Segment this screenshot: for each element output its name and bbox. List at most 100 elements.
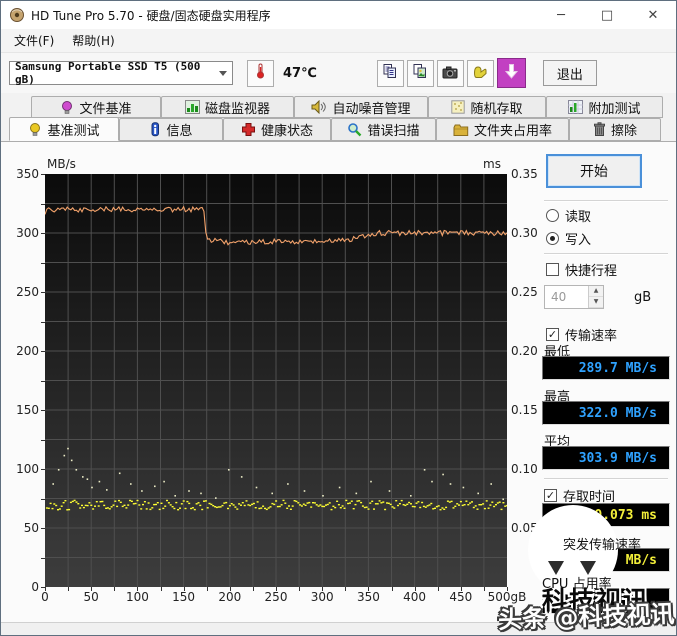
toolbar: Samsung Portable SSD T5 (500 gB) 47℃ 退出	[1, 53, 676, 93]
x-tick-mark	[483, 587, 485, 591]
tab-random-access[interactable]: 随机存取	[428, 96, 546, 118]
app-window: HD Tune Pro 5.70 - 硬盘/固态硬盘实用程序 ─ □ ✕ 文件(…	[0, 0, 677, 636]
x-tick-label: 100	[125, 590, 149, 604]
transfer-rate-label: 传输速率	[565, 329, 618, 344]
y-tick-mark	[41, 351, 45, 352]
y-tick-mark	[41, 321, 45, 323]
y-tick-mark	[41, 380, 45, 382]
tab-row-1: 文件基准 磁盘监视器 自动噪音管理 随机存取 附加测试	[1, 96, 676, 118]
y-tick-mark	[41, 498, 45, 500]
benchmark-chart: MB/s ms 350 300 250 200 150 100 50 0 0.35 0.30 0.2…	[1, 142, 538, 626]
tab-label: 附加测试	[588, 101, 641, 117]
stepper-down-icon[interactable]: ▼	[589, 297, 603, 308]
y-right-axis-unit: ms	[483, 157, 501, 171]
y-left-tick-label: 50	[23, 521, 39, 535]
tab-label: 健康状态	[260, 124, 313, 139]
x-tick-mark	[68, 587, 70, 591]
x-tick-label: 150	[172, 590, 196, 604]
camera-icon	[442, 64, 458, 83]
x-tick-mark	[322, 587, 324, 591]
x-tick-mark	[437, 587, 439, 591]
checkbox-checked-icon: ✓	[546, 328, 559, 341]
x-tick-mark	[229, 587, 231, 591]
y-tick-mark	[41, 292, 45, 293]
tab-label: 随机存取	[470, 101, 523, 117]
bars-grid-icon	[568, 100, 584, 114]
x-tick-mark	[183, 587, 185, 591]
title-bar: HD Tune Pro 5.70 - 硬盘/固态硬盘实用程序 ─ □ ✕	[1, 1, 676, 29]
window-title: HD Tune Pro 5.70 - 硬盘/固态硬盘实用程序	[31, 8, 271, 23]
app-icon	[9, 7, 25, 23]
copy-text-icon	[382, 63, 398, 83]
device-select[interactable]: Samsung Portable SSD T5 (500 gB)	[9, 60, 233, 86]
y-left-tick-label: 150	[16, 403, 39, 417]
x-tick-label: 400	[403, 590, 427, 604]
x-tick-mark	[160, 587, 162, 591]
tab-folder-usage[interactable]: 文件夹占用率	[436, 118, 569, 141]
y-left-tick-label: 200	[16, 344, 39, 358]
x-tick-mark	[252, 587, 254, 591]
capacity-stepper[interactable]: 40 ▲ ▼	[544, 285, 604, 309]
close-button[interactable]: ✕	[630, 1, 676, 29]
bulb-magenta-icon	[60, 100, 74, 115]
capacity-unit-label: gB	[634, 290, 652, 305]
toolbar-button-group	[376, 58, 529, 88]
screenshot-button[interactable]	[436, 59, 464, 87]
tab-aam[interactable]: 自动噪音管理	[294, 96, 428, 118]
start-button[interactable]: 开始	[546, 154, 642, 188]
y-tick-mark	[41, 233, 45, 234]
x-tick-label: 250	[264, 590, 288, 604]
stepper-up-icon[interactable]: ▲	[589, 286, 603, 297]
checkbox-unchecked-icon	[546, 263, 559, 276]
copy-image-button[interactable]	[406, 59, 434, 87]
cpu-usage-label: CPU 占用率	[542, 577, 612, 592]
tab-extra-tests[interactable]: 附加测试	[546, 96, 663, 118]
write-radio-label: 写入	[565, 233, 592, 248]
tab-benchmark[interactable]: 基准测试	[9, 117, 119, 141]
stepper-arrows: ▲ ▼	[588, 286, 603, 308]
temperature-button[interactable]	[247, 59, 274, 87]
x-tick-mark	[299, 587, 301, 591]
tab-file-benchmark[interactable]: 文件基准	[31, 96, 161, 118]
y-left-tick-label: 100	[16, 462, 39, 476]
x-tick-mark	[368, 587, 370, 591]
tab-erase[interactable]: 擦除	[569, 118, 661, 141]
red-cross-icon	[241, 122, 256, 137]
minimize-button[interactable]: ─	[538, 1, 584, 29]
avg-value-display: 303.9 MB/s	[542, 446, 670, 470]
bulb-yellow-icon	[28, 122, 42, 137]
write-radio[interactable]: 写入	[546, 229, 591, 248]
x-tick-label: 200	[218, 590, 242, 604]
magnifier-icon	[347, 122, 362, 137]
benchmark-pane: MB/s ms 350 300 250 200 150 100 50 0 0.35 0.30 0.2…	[1, 141, 676, 625]
tab-label: 基准测试	[47, 123, 100, 139]
read-radio[interactable]: 读取	[546, 206, 591, 225]
tab-error-scan[interactable]: 错误扫描	[331, 118, 436, 141]
x-tick-label: 350	[356, 590, 380, 604]
save-results-button[interactable]	[496, 58, 526, 88]
tab-label: 磁盘监视器	[204, 101, 270, 117]
x-tick-mark	[45, 587, 46, 591]
menu-help[interactable]: 帮助(H)	[63, 29, 123, 52]
x-tick-mark	[507, 587, 508, 591]
x-tick-mark	[460, 587, 462, 591]
radio-selected-icon	[546, 232, 559, 245]
copy-text-button[interactable]	[376, 59, 404, 87]
tab-label: 文件基准	[79, 101, 132, 117]
y-left-axis-unit: MB/s	[47, 157, 76, 171]
tab-info[interactable]: 信息	[119, 118, 223, 141]
exit-button[interactable]: 退出	[542, 60, 597, 86]
menu-file[interactable]: 文件(F)	[5, 29, 63, 52]
x-tick-mark	[345, 587, 347, 591]
down-arrow-icon	[504, 63, 519, 84]
tab-label: 错误扫描	[367, 124, 420, 139]
donate-button[interactable]	[466, 59, 494, 87]
x-tick-label: 300	[310, 590, 334, 604]
short-stroke-checkbox[interactable]: 快捷行程	[546, 260, 617, 279]
plot-area	[44, 174, 509, 587]
tab-health[interactable]: 健康状态	[223, 118, 331, 141]
max-value-display: 322.0 MB/s	[542, 401, 670, 425]
maximize-button[interactable]: □	[584, 1, 630, 29]
speaker-icon	[311, 100, 327, 114]
tab-disk-monitor[interactable]: 磁盘监视器	[161, 96, 294, 118]
